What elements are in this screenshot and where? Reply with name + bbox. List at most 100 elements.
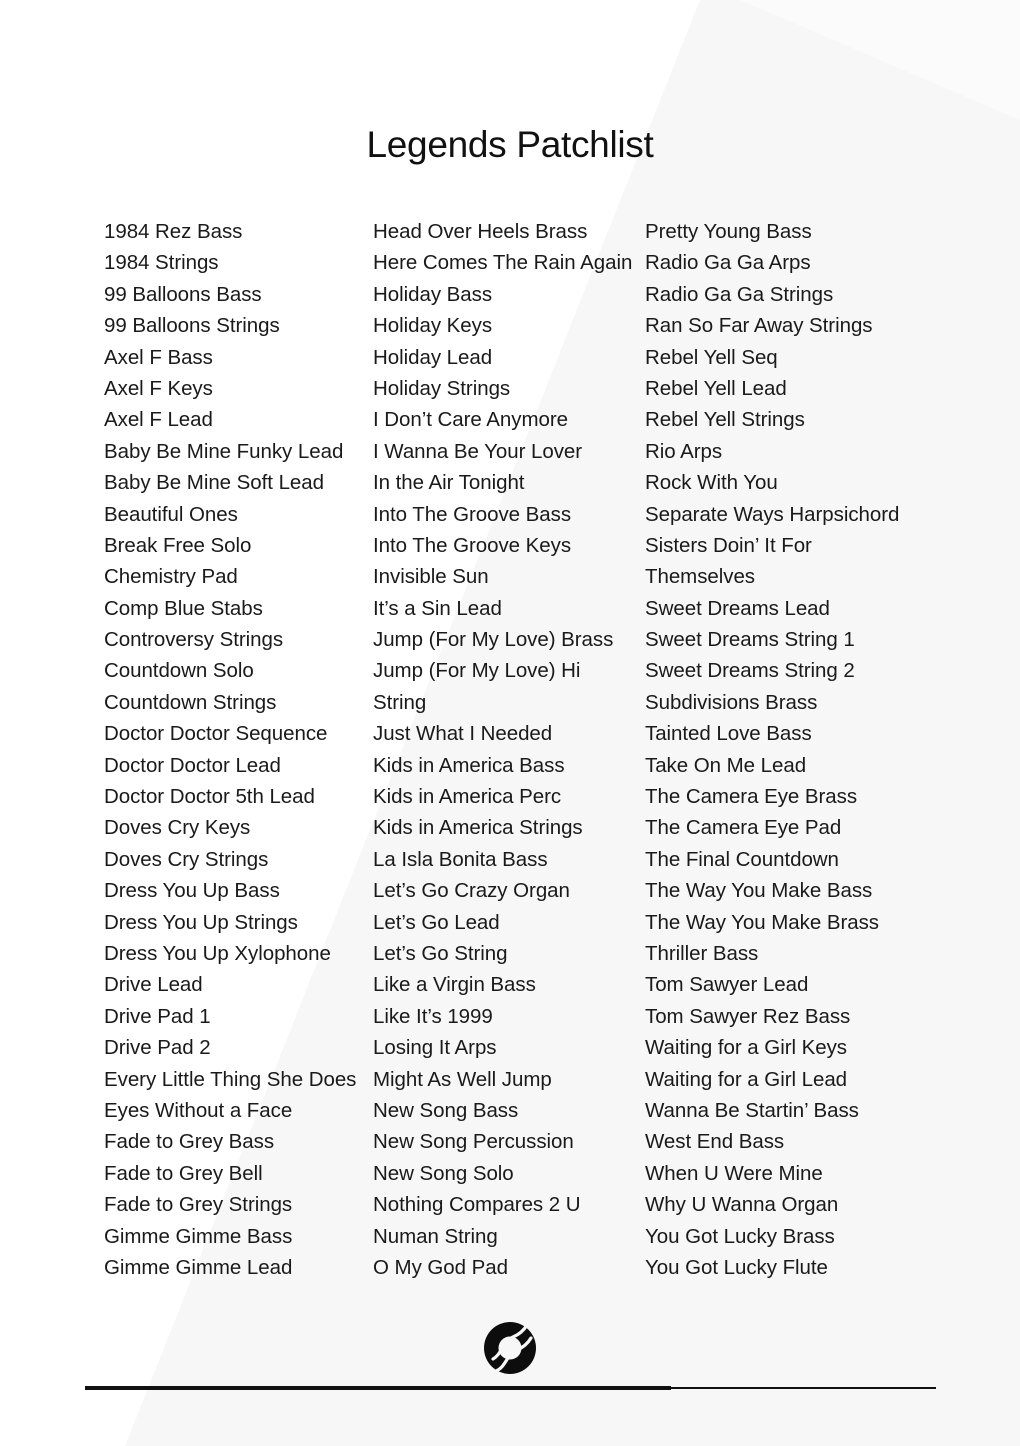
patch-item: Rock With You: [645, 471, 778, 495]
patch-item: Eyes Without a Face: [104, 1098, 293, 1122]
page-footer: [0, 1310, 1020, 1420]
patch-item: Doctor Doctor 5th Lead: [104, 785, 315, 809]
patch-item: Axel F Bass: [104, 345, 213, 369]
patch-item: Sweet Dreams String 1: [645, 628, 855, 652]
patch-item: Dress You Up Strings: [104, 910, 298, 934]
patch-item: Kids in America Bass: [373, 753, 565, 777]
patch-item: Baby Be Mine Soft Lead: [104, 471, 324, 495]
patch-item: New Song Solo: [373, 1161, 514, 1185]
footer-divider-thick-segment: [85, 1386, 671, 1390]
patch-item: Why U Wanna Organ: [645, 1193, 839, 1217]
patch-item: Countdown Solo: [104, 659, 254, 683]
patch-item: Let’s Go String: [373, 941, 508, 965]
patch-item: New Song Percussion: [373, 1130, 574, 1154]
patch-column-3: Pretty Young Bass Radio Ga Ga Arps Radio G…: [645, 216, 945, 1283]
footer-divider-thin-segment: [669, 1387, 936, 1389]
patch-item: Radio Ga Ga Strings: [645, 282, 834, 306]
patch-item: Holiday Strings: [373, 376, 511, 400]
patch-item: Waiting for a Girl Lead: [645, 1067, 848, 1091]
patch-column-1: 1984 Rez Bass 1984 Strings 99 Balloons Bas…: [104, 216, 376, 1283]
patch-item: Invisible Sun: [373, 565, 489, 589]
patch-item: Drive Pad 2: [104, 1036, 211, 1060]
patch-item: New Song Bass: [373, 1098, 519, 1122]
patch-item: Axel F Lead: [104, 408, 213, 432]
patch-item: Baby Be Mine Funky Lead: [104, 439, 344, 463]
patch-item: The Final Countdown: [645, 847, 839, 871]
patch-item: Head Over Heels Brass: [373, 220, 588, 243]
patch-item: Numan String: [373, 1224, 498, 1248]
patch-item: 99 Balloons Strings: [104, 314, 280, 338]
patch-item: Gimme Gimme Bass: [104, 1224, 293, 1248]
patch-item: Rebel Yell Seq: [645, 345, 778, 369]
patch-item: O My God Pad: [373, 1255, 508, 1279]
patch-item: Axel F Keys: [104, 376, 213, 400]
patch-item: The Way You Make Brass: [645, 910, 879, 934]
patch-item: Jump (For My Love) Brass: [373, 628, 614, 652]
patch-item: I Don’t Care Anymore: [373, 408, 568, 432]
patch-item: Sweet Dreams Lead: [645, 596, 830, 620]
patch-item: 99 Balloons Bass: [104, 282, 262, 306]
patch-item: Fade to Grey Strings: [104, 1193, 293, 1217]
patch-item: 1984 Rez Bass: [104, 220, 243, 243]
patch-item: Every Little Thing She Does: [104, 1067, 357, 1091]
patch-item: Sisters Doin’ It For: [645, 533, 812, 557]
patch-item: Jump (For My Love) Hi: [373, 659, 581, 683]
patch-item: Tom Sawyer Rez Bass: [645, 1004, 851, 1028]
patch-item: Tainted Love Bass: [645, 722, 812, 746]
patch-item: 1984 Strings: [104, 251, 219, 275]
patch-item: The Way You Make Bass: [645, 879, 873, 903]
patch-item: Drive Pad 1: [104, 1004, 211, 1028]
patch-item: Like It’s 1999: [373, 1004, 493, 1028]
patch-item: Doctor Doctor Sequence: [104, 722, 328, 746]
patch-item: Into The Groove Keys: [373, 533, 572, 557]
patch-item: You Got Lucky Flute: [645, 1255, 828, 1279]
patch-item: Nothing Compares 2 U: [373, 1193, 581, 1217]
patch-item: Rio Arps: [645, 439, 723, 463]
patch-item: Doves Cry Strings: [104, 847, 269, 871]
patch-item: Fade to Grey Bass: [104, 1130, 275, 1154]
patch-columns: 1984 Rez Bass 1984 Strings 99 Balloons Bas…: [0, 216, 1020, 1286]
patch-item: Rebel Yell Lead: [645, 376, 787, 400]
patch-item: Let’s Go Lead: [373, 910, 500, 934]
ring-logo-icon: [482, 1320, 538, 1376]
patch-item: Ran So Far Away Strings: [645, 314, 873, 338]
patch-item: Let’s Go Crazy Organ: [373, 879, 570, 903]
patch-item: Pretty Young Bass: [645, 220, 812, 243]
patch-item: Break Free Solo: [104, 533, 252, 557]
patch-item: Dress You Up Xylophone: [104, 941, 331, 965]
patch-item: Wanna Be Startin’ Bass: [645, 1098, 859, 1122]
patchlist-page: Legends Patchlist 1984 Rez Bass 1984 Stri…: [0, 0, 1020, 1446]
patch-item: Rebel Yell Strings: [645, 408, 805, 432]
patch-item: Holiday Bass: [373, 282, 493, 306]
patch-item: Comp Blue Stabs: [104, 596, 263, 620]
patch-item: Controversy Strings: [104, 628, 284, 652]
patch-item: Fade to Grey Bell: [104, 1161, 263, 1185]
patch-item: Doctor Doctor Lead: [104, 753, 281, 777]
footer-divider: [0, 1386, 1020, 1392]
patch-item: Kids in America Perc: [373, 785, 562, 809]
patch-item: Waiting for a Girl Keys: [645, 1036, 848, 1060]
patch-item: Thriller Bass: [645, 941, 759, 965]
patch-item: Drive Lead: [104, 973, 203, 997]
patch-item: Gimme Gimme Lead: [104, 1255, 293, 1279]
patch-item: Subdivisions Brass: [645, 690, 818, 714]
patch-item: Might As Well Jump: [373, 1067, 552, 1091]
patch-item: Sweet Dreams String 2: [645, 659, 855, 683]
patch-item: Beautiful Ones: [104, 502, 238, 526]
patch-item: Losing It Arps: [373, 1036, 497, 1060]
patch-item: When U Were Mine: [645, 1161, 823, 1185]
patch-item: Themselves: [645, 565, 756, 589]
patch-item: Kids in America Strings: [373, 816, 583, 840]
patch-item: Doves Cry Keys: [104, 816, 251, 840]
patch-item: Like a Virgin Bass: [373, 973, 536, 997]
patch-item: Here Comes The Rain Again: [373, 251, 633, 275]
page-title: Legends Patchlist: [366, 123, 654, 165]
patch-item: Chemistry Pad: [104, 565, 238, 589]
patch-item: It’s a Sin Lead: [373, 596, 502, 620]
patch-item: West End Bass: [645, 1130, 785, 1154]
patch-item: Countdown Strings: [104, 690, 277, 714]
patch-item: Separate Ways Harpsichord: [645, 502, 900, 526]
patch-item: The Camera Eye Brass: [645, 785, 858, 809]
patch-item: Radio Ga Ga Arps: [645, 251, 811, 275]
patch-item: Holiday Lead: [373, 345, 493, 369]
